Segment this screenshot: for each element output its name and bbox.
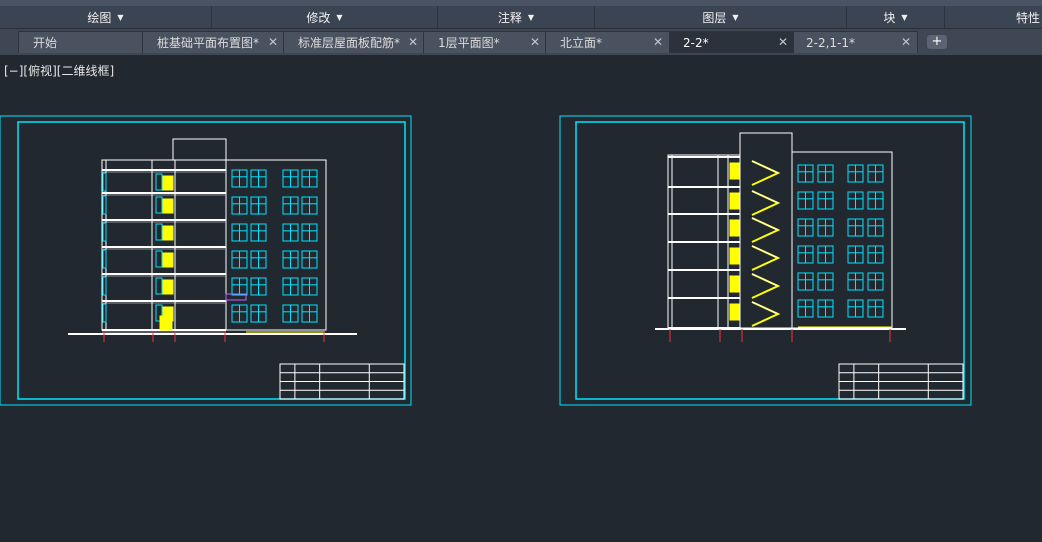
window-symbol (847, 272, 864, 291)
stair-handrail (751, 160, 779, 174)
stair-handrail (751, 190, 779, 204)
window-symbol (250, 169, 267, 188)
window-symbol (847, 191, 864, 210)
window-symbol (817, 245, 834, 264)
window-symbol (282, 250, 299, 269)
building-section-drawing (68, 138, 357, 342)
stair-landing (729, 162, 740, 180)
window-symbol (282, 196, 299, 215)
window-symbol (797, 272, 814, 291)
stair-landing (729, 219, 740, 237)
window-symbol (282, 304, 299, 323)
door-symbol (155, 277, 163, 295)
window-symbol (847, 164, 864, 183)
window-symbol (301, 196, 318, 215)
edge-window (102, 276, 107, 296)
stair-handrail (751, 273, 779, 287)
edge-window (102, 303, 107, 323)
drawing-sheet-2 (559, 115, 972, 406)
window-symbol (231, 250, 248, 269)
window-symbol (797, 245, 814, 264)
window-symbol (250, 196, 267, 215)
stair-handrail (751, 217, 779, 231)
stair-tower-roof (172, 138, 227, 161)
window-symbol (250, 304, 267, 323)
title-block (838, 363, 964, 400)
door-symbol (155, 223, 163, 241)
window-symbol (231, 277, 248, 296)
window-symbol (847, 245, 864, 264)
stair-zigzag-flight (751, 301, 781, 327)
stair-tower-outline (739, 132, 793, 329)
window-symbol (282, 169, 299, 188)
window-symbol (817, 272, 834, 291)
stair-landing (729, 247, 740, 265)
edge-window (102, 249, 107, 269)
drawing-sheet-1 (0, 115, 412, 406)
stair-zigzag-flight (751, 273, 781, 299)
window-symbol (797, 164, 814, 183)
stair-zigzag-flight (751, 160, 781, 186)
sheet-inner-border (17, 121, 406, 400)
window-symbol (282, 277, 299, 296)
stair-landing (729, 303, 740, 321)
stair-flight (162, 198, 174, 214)
window-symbol (301, 304, 318, 323)
window-symbol (301, 169, 318, 188)
window-symbol (867, 191, 884, 210)
ground-stair-flight (159, 315, 173, 331)
window-symbol (817, 191, 834, 210)
stair-zigzag-flight (751, 245, 781, 271)
sheet-outer-border (0, 115, 412, 406)
window-symbol (301, 223, 318, 242)
stair-flight (162, 252, 174, 268)
stair-flight (162, 175, 174, 191)
stair-handrail (751, 245, 779, 259)
stair-flight (162, 279, 174, 295)
stair-zigzag-flight (751, 217, 781, 243)
window-symbol (817, 218, 834, 237)
window-symbol (867, 299, 884, 318)
title-block (279, 363, 405, 400)
window-symbol (867, 164, 884, 183)
door-symbol (155, 196, 163, 214)
window-symbol (867, 218, 884, 237)
door-symbol (155, 250, 163, 268)
sheet-outer-border (559, 115, 972, 406)
window-symbol (797, 218, 814, 237)
window-symbol (231, 223, 248, 242)
window-symbol (250, 277, 267, 296)
edge-window (102, 195, 107, 215)
stair-handrail (751, 301, 779, 315)
window-symbol (817, 299, 834, 318)
window-symbol (250, 223, 267, 242)
drawing-canvas[interactable] (0, 0, 1042, 542)
window-symbol (847, 218, 864, 237)
edge-window (102, 222, 107, 242)
window-symbol (301, 277, 318, 296)
stair-landing (729, 192, 740, 210)
window-symbol (231, 304, 248, 323)
window-symbol (282, 223, 299, 242)
window-symbol (797, 191, 814, 210)
sheet-inner-border (575, 121, 965, 400)
window-symbol (797, 299, 814, 318)
window-symbol (817, 164, 834, 183)
window-symbol (250, 250, 267, 269)
building-right-wing-outline (791, 151, 893, 329)
stair-zigzag-flight (751, 190, 781, 216)
window-symbol (301, 250, 318, 269)
building-section-drawing (655, 132, 906, 342)
stair-flight (162, 225, 174, 241)
window-symbol (231, 196, 248, 215)
window-symbol (867, 245, 884, 264)
window-symbol (847, 299, 864, 318)
edge-window (102, 172, 107, 192)
window-symbol (867, 272, 884, 291)
window-symbol (231, 169, 248, 188)
door-symbol (155, 173, 163, 191)
stair-landing (729, 275, 740, 293)
